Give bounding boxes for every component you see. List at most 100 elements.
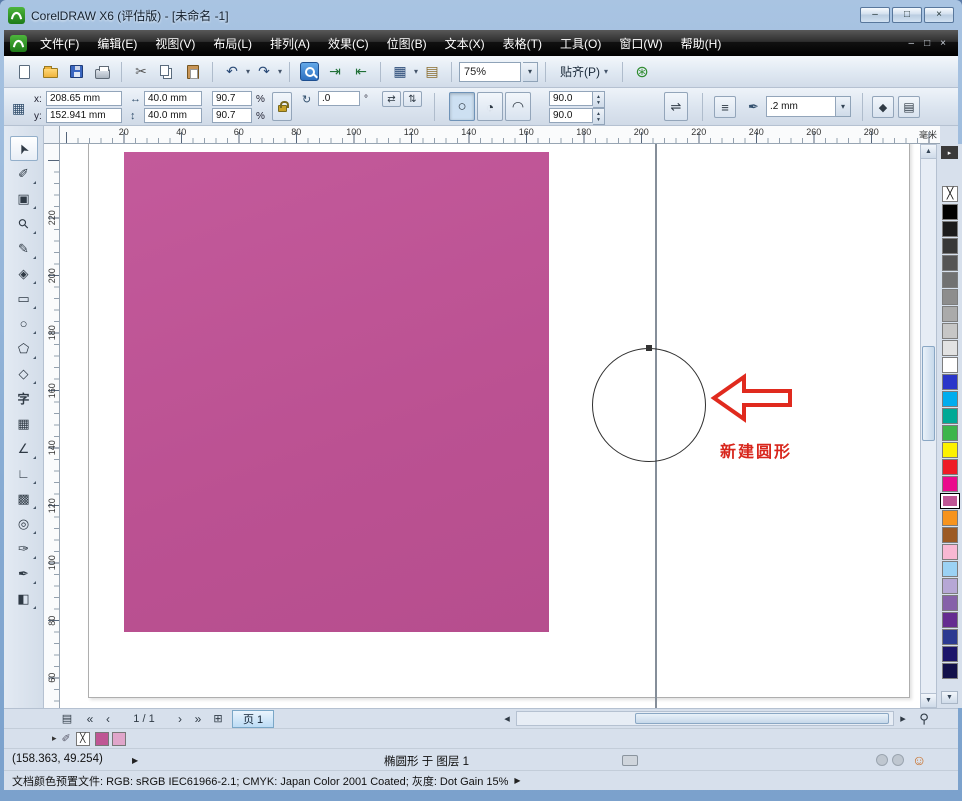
- application-launcher-button[interactable]: ▦: [388, 60, 412, 84]
- color-swatch[interactable]: [942, 272, 958, 288]
- color-swatch[interactable]: [942, 544, 958, 560]
- membership-icon[interactable]: ☺: [912, 753, 926, 767]
- vertical-ruler[interactable]: 2202001801601401201008060: [44, 144, 60, 708]
- color-swatch[interactable]: [942, 238, 958, 254]
- zoom-dropdown-icon[interactable]: ▾: [523, 62, 538, 82]
- navigator-icon[interactable]: ⚲: [914, 710, 934, 727]
- document-color-swatch[interactable]: [95, 732, 109, 746]
- add-page-button[interactable]: ⊞: [210, 710, 226, 727]
- hscroll-left-button[interactable]: ◂: [500, 710, 514, 727]
- print-button[interactable]: [90, 60, 114, 84]
- color-swatch[interactable]: [942, 629, 958, 645]
- menu-help[interactable]: 帮助(H): [672, 30, 731, 56]
- y-position-field[interactable]: 152.941 mm: [46, 108, 122, 123]
- menu-tools[interactable]: 工具(O): [551, 30, 610, 56]
- color-swatch[interactable]: [942, 646, 958, 662]
- color-swatch[interactable]: [942, 221, 958, 237]
- document-palette-pencil-icon[interactable]: ✐: [62, 732, 71, 745]
- color-swatch[interactable]: [940, 493, 960, 509]
- undo-button[interactable]: ↶: [220, 60, 244, 84]
- menu-text[interactable]: 文本(X): [436, 30, 494, 56]
- redo-dropdown-icon[interactable]: ▾: [278, 67, 282, 76]
- change-direction-button[interactable]: ⇌: [664, 92, 688, 121]
- arc-start-angle-field[interactable]: 90.0: [549, 91, 593, 106]
- contour-tool[interactable]: ◎: [10, 511, 38, 536]
- color-swatch[interactable]: [942, 578, 958, 594]
- crop-tool[interactable]: ▣: [10, 186, 38, 211]
- color-swatch[interactable]: [942, 595, 958, 611]
- arc-start-spinner[interactable]: ▲▼: [593, 91, 605, 108]
- doc-minimize-button[interactable]: –: [909, 38, 915, 49]
- proof-color-icon[interactable]: [622, 755, 638, 766]
- color-swatch[interactable]: [942, 663, 958, 679]
- outline-width-dropdown-icon[interactable]: ▾: [836, 96, 851, 117]
- object-height-field[interactable]: 40.0 mm: [144, 108, 202, 123]
- last-page-button[interactable]: »: [190, 710, 206, 727]
- undo-dropdown-icon[interactable]: ▾: [246, 67, 250, 76]
- scroll-down-button[interactable]: ▼: [921, 693, 936, 707]
- search-content-button[interactable]: [297, 60, 321, 84]
- horizontal-scrollbar-thumb[interactable]: [635, 713, 889, 724]
- color-swatch[interactable]: [942, 289, 958, 305]
- hscroll-right-button[interactable]: ▸: [896, 710, 910, 727]
- menu-file[interactable]: 文件(F): [31, 30, 88, 56]
- color-swatch[interactable]: [942, 442, 958, 458]
- color-swatch[interactable]: [942, 204, 958, 220]
- menu-view[interactable]: 视图(V): [146, 30, 204, 56]
- ruler-origin[interactable]: [44, 126, 60, 144]
- circle-object[interactable]: [592, 348, 706, 462]
- scroll-up-button[interactable]: ▲: [921, 145, 936, 159]
- basic-shapes-tool[interactable]: ◇: [10, 361, 38, 386]
- menu-window[interactable]: 窗口(W): [610, 30, 671, 56]
- menu-table[interactable]: 表格(T): [494, 30, 551, 56]
- page-tab[interactable]: 页 1: [232, 710, 274, 728]
- lock-ratio-button[interactable]: [272, 92, 292, 121]
- mirror-vertical-button[interactable]: ⇅: [403, 91, 422, 107]
- horizontal-scrollbar[interactable]: [516, 711, 894, 726]
- color-swatch[interactable]: [942, 340, 958, 356]
- menu-layout[interactable]: 布局(L): [204, 30, 261, 56]
- mirror-horizontal-button[interactable]: ⇄: [382, 91, 401, 107]
- palette-scroll-down-button[interactable]: ▼: [941, 691, 958, 704]
- color-swatch[interactable]: [942, 408, 958, 424]
- scale-y-field[interactable]: 90.7: [212, 108, 252, 123]
- document-palette-flyout-icon[interactable]: ▸: [52, 733, 57, 744]
- color-swatch[interactable]: [942, 425, 958, 441]
- cut-button[interactable]: ✂: [129, 60, 153, 84]
- import-button[interactable]: ⇥: [323, 60, 347, 84]
- color-swatch[interactable]: [942, 612, 958, 628]
- copy-button[interactable]: [155, 60, 179, 84]
- page-sorter-icon[interactable]: ▤: [58, 710, 76, 727]
- convert-to-curves-button[interactable]: ◆: [872, 96, 894, 118]
- wrap-text-button[interactable]: ≡: [714, 96, 736, 118]
- paste-button[interactable]: [181, 60, 205, 84]
- color-swatch[interactable]: [942, 510, 958, 526]
- drawing-canvas[interactable]: 新建圆形: [60, 144, 920, 708]
- x-position-field[interactable]: 208.65 mm: [46, 91, 122, 106]
- table-tool[interactable]: ▦: [10, 411, 38, 436]
- previous-page-button[interactable]: ‹: [100, 710, 116, 727]
- profile-flyout-icon[interactable]: ▶: [514, 776, 520, 785]
- pie-mode-button[interactable]: ◔: [477, 92, 503, 121]
- arc-end-spinner[interactable]: ▲▼: [593, 108, 605, 125]
- zoom-level-combobox[interactable]: 75%: [459, 62, 521, 82]
- document-color-swatch[interactable]: [112, 732, 126, 746]
- object-width-field[interactable]: 40.0 mm: [144, 91, 202, 106]
- color-swatch[interactable]: [942, 255, 958, 271]
- minimize-button[interactable]: –: [860, 7, 890, 23]
- rectangle-tool[interactable]: ▭: [10, 286, 38, 311]
- circle-top-node[interactable]: [646, 345, 652, 351]
- snap-to-dropdown[interactable]: 贴齐(P) ▾: [553, 61, 615, 83]
- color-swatch[interactable]: [942, 323, 958, 339]
- rotation-angle-field[interactable]: .0: [318, 91, 360, 106]
- menu-bitmaps[interactable]: 位图(B): [378, 30, 436, 56]
- color-swatch[interactable]: [942, 391, 958, 407]
- horizontal-ruler[interactable]: 20406080100120140160180200220240260280 毫…: [60, 126, 940, 144]
- color-swatch[interactable]: [942, 357, 958, 373]
- shape-tool[interactable]: ✐: [10, 161, 38, 186]
- color-swatch[interactable]: [942, 306, 958, 322]
- palette-options-button[interactable]: ▸: [941, 146, 958, 159]
- arc-mode-button[interactable]: ◠: [505, 92, 531, 121]
- first-page-button[interactable]: «: [82, 710, 98, 727]
- doc-restore-button[interactable]: □: [924, 38, 930, 49]
